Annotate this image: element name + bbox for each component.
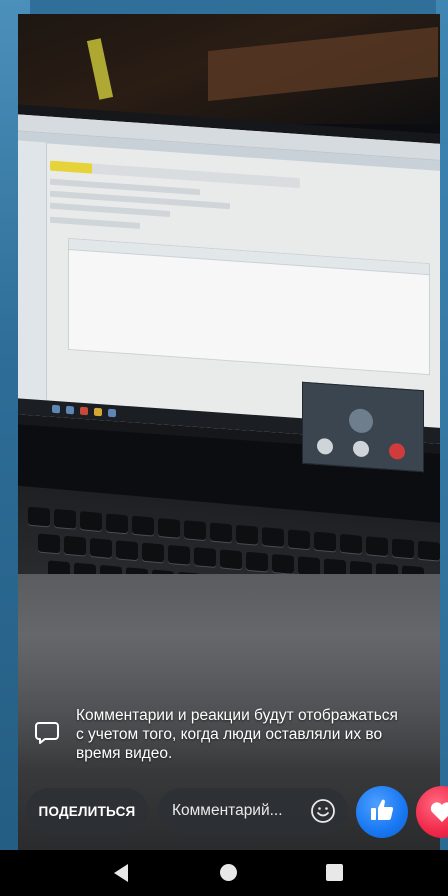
comment-placeholder: Комментарий... xyxy=(172,802,283,819)
smiley-icon[interactable] xyxy=(310,798,336,824)
thumbs-up-icon xyxy=(368,796,396,829)
action-bar: ПОДЕЛИТЬСЯ Комментарий... xyxy=(0,784,448,840)
screen: Комментарии и реакции будут отображаться… xyxy=(0,0,448,896)
video-call-window-image xyxy=(302,381,424,473)
love-reaction-button[interactable] xyxy=(416,786,448,838)
like-reaction-button[interactable] xyxy=(356,786,408,838)
back-triangle-icon[interactable] xyxy=(112,863,130,888)
home-circle-icon[interactable] xyxy=(220,864,237,881)
recent-apps-square-icon[interactable] xyxy=(326,864,343,881)
comments-notice-text: Комментарии и реакции будут отображаться… xyxy=(76,707,398,762)
share-button[interactable]: ПОДЕЛИТЬСЯ xyxy=(26,788,148,834)
speech-bubble-icon xyxy=(34,720,60,746)
comments-notice: Комментарии и реакции будут отображаться… xyxy=(34,706,404,770)
system-navigation-bar xyxy=(0,850,448,896)
comment-input[interactable]: Комментарий... xyxy=(158,788,348,834)
